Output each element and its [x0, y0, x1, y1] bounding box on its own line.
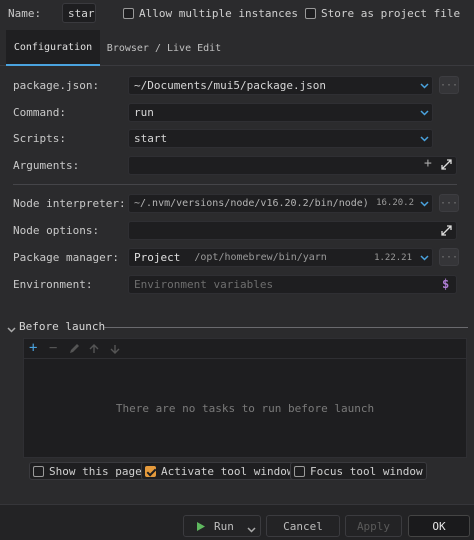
command-select[interactable]: run	[128, 103, 433, 122]
browse-package-json-button[interactable]: ···	[439, 76, 459, 94]
apply-label: Apply	[356, 519, 391, 533]
run-button[interactable]: Run	[183, 515, 261, 537]
package-manager-label: Package manager:	[13, 251, 119, 264]
store-project-checkbox[interactable]: Store as project file	[305, 7, 460, 20]
environment-label: Environment:	[13, 278, 93, 291]
apply-button[interactable]: Apply	[345, 515, 402, 537]
name-input-value: star	[68, 6, 95, 20]
allow-multiple-label: Allow multiple instances	[139, 7, 298, 20]
move-down-icon[interactable]	[110, 344, 120, 357]
browse-node-interpreter-button[interactable]: ···	[439, 194, 459, 212]
scripts-select[interactable]: start	[128, 129, 433, 148]
allow-multiple-checkbox[interactable]: Allow multiple instances	[123, 7, 298, 20]
before-launch-title: Before launch	[19, 320, 106, 333]
scripts-label: Scripts:	[13, 132, 66, 145]
chevron-down-icon[interactable]	[247, 523, 256, 536]
before-launch-divider	[104, 327, 468, 328]
node-interpreter-value: ~/.nvm/versions/node/v16.20.2/bin/node)	[134, 198, 369, 209]
command-value: run	[134, 106, 154, 119]
chevron-down-icon	[416, 195, 432, 212]
package-manager-select[interactable]: Project /opt/homebrew/bin/yarn 1.22.21	[128, 248, 433, 267]
show-page-label: Show this page	[49, 464, 142, 478]
arguments-label: Arguments:	[13, 159, 80, 172]
ok-button[interactable]: OK	[408, 515, 470, 537]
cancel-button[interactable]: Cancel	[266, 515, 340, 537]
before-launch-empty: There are no tasks to run before launch	[24, 359, 466, 457]
move-up-icon[interactable]	[89, 344, 99, 357]
before-launch-toolbar: + −	[24, 339, 466, 359]
cancel-label: Cancel	[283, 519, 323, 533]
chevron-down-icon	[416, 249, 432, 266]
store-project-label: Store as project file	[321, 7, 461, 20]
before-launch-panel: + − There are no tasks to run before lau…	[23, 338, 467, 458]
show-page-box[interactable]	[33, 465, 44, 477]
expand-icon[interactable]	[441, 159, 452, 173]
chevron-down-icon	[416, 130, 432, 147]
focus-tool-window-label: Focus tool window	[310, 464, 423, 478]
divider	[13, 184, 457, 185]
node-options-label: Node options:	[13, 224, 100, 237]
browse-package-manager-button[interactable]: ···	[439, 248, 459, 266]
activate-tool-window-label: Activate tool window	[161, 464, 294, 478]
node-interpreter-select[interactable]: ~/.nvm/versions/node/v16.20.2/bin/node) …	[128, 194, 433, 213]
edit-icon[interactable]	[69, 343, 80, 357]
package-manager-scope: Project	[134, 251, 181, 264]
add-icon[interactable]: +	[424, 156, 432, 171]
environment-input[interactable]: Environment variables	[128, 275, 457, 294]
chevron-down-icon	[416, 77, 432, 94]
allow-multiple-box[interactable]	[123, 8, 134, 19]
node-options-input[interactable]	[128, 221, 457, 240]
expand-icon[interactable]	[441, 225, 452, 239]
node-version: 16.20.2	[372, 198, 414, 208]
chevron-down-icon	[416, 104, 432, 121]
show-page-checkbox[interactable]: Show this page	[29, 462, 146, 480]
name-input[interactable]: star	[62, 3, 96, 23]
run-label: Run	[214, 519, 234, 533]
node-interpreter-label: Node interpreter:	[13, 197, 126, 210]
scripts-value: start	[134, 132, 168, 145]
tab-configuration[interactable]: Configuration	[6, 30, 100, 66]
arguments-input[interactable]	[128, 156, 457, 175]
activate-tool-window-checkbox[interactable]: Activate tool window	[141, 462, 298, 480]
tab-browser-live-edit[interactable]: Browser / Live Edit	[104, 30, 224, 66]
package-manager-version: 1.22.21	[374, 253, 412, 263]
name-label: Name:	[8, 7, 42, 20]
store-project-box[interactable]	[305, 8, 316, 19]
environment-placeholder: Environment variables	[134, 278, 274, 291]
tab-configuration-label: Configuration	[13, 41, 93, 53]
focus-tool-window-checkbox[interactable]: Focus tool window	[290, 462, 427, 480]
package-json-value: ~/Documents/mui5/package.json	[134, 79, 327, 92]
package-manager-path: /opt/homebrew/bin/yarn	[194, 252, 327, 263]
package-json-label: package.json:	[13, 79, 100, 92]
dollar-icon[interactable]: $	[442, 277, 449, 291]
chevron-down-icon[interactable]	[7, 323, 16, 336]
tab-browser-label: Browser / Live Edit	[106, 42, 222, 54]
add-icon[interactable]: +	[29, 340, 37, 356]
package-json-select[interactable]: ~/Documents/mui5/package.json	[128, 76, 433, 95]
play-icon	[197, 521, 205, 531]
focus-tool-window-box[interactable]	[294, 465, 305, 477]
command-label: Command:	[13, 106, 66, 119]
tab-bar: Configuration Browser / Live Edit	[0, 30, 474, 66]
ok-label: OK	[432, 519, 446, 533]
before-launch-empty-text: There are no tasks to run before launch	[115, 401, 375, 415]
activate-tool-window-box[interactable]	[145, 465, 156, 477]
remove-icon[interactable]: −	[49, 340, 57, 356]
